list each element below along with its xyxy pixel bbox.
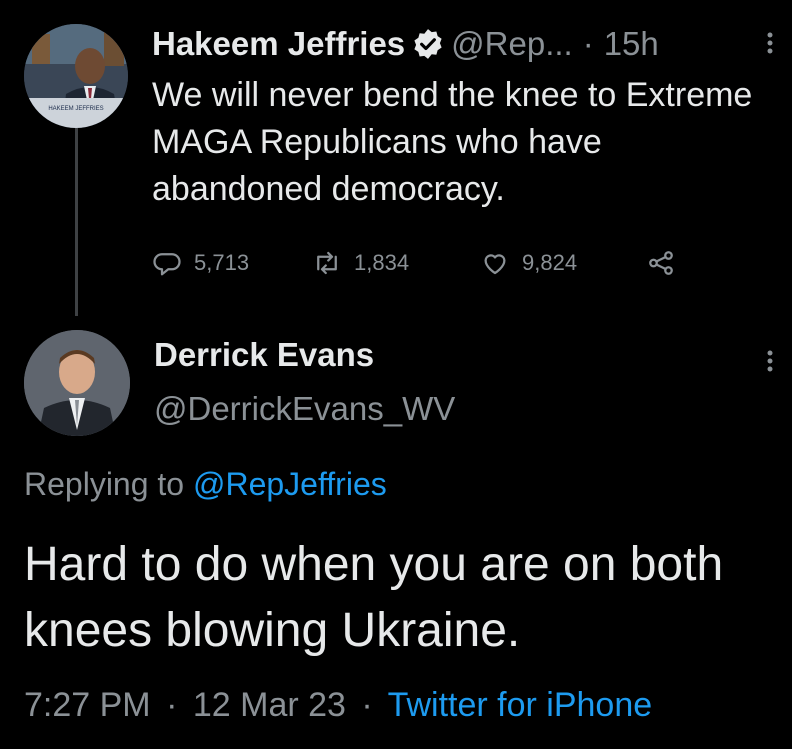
verified-badge-icon xyxy=(414,29,442,59)
tweet1-author-handle[interactable]: @Rep... xyxy=(451,25,573,63)
tweet2-time[interactable]: 7:27 PM xyxy=(24,686,151,724)
replying-to: Replying to @RepJeffries xyxy=(24,466,387,503)
more-icon[interactable] xyxy=(760,28,780,58)
separator-dot: · xyxy=(582,25,594,62)
tweet-source-link[interactable]: Twitter for iPhone xyxy=(388,686,653,724)
share-button[interactable] xyxy=(646,248,688,278)
separator-dot: · xyxy=(361,686,373,724)
replying-mention-link[interactable]: @RepJeffries xyxy=(193,466,387,502)
tweet1-timestamp[interactable]: 15h xyxy=(604,25,659,63)
tweet1-text: We will never bend the knee to Extreme M… xyxy=(152,76,753,208)
reply-count: 5,713 xyxy=(194,250,250,275)
reply-button[interactable]: 5,713 xyxy=(152,248,249,278)
share-icon xyxy=(649,251,673,275)
retweet-button[interactable]: 1,834 xyxy=(312,248,409,278)
thread-connector xyxy=(75,126,78,316)
like-icon xyxy=(484,254,506,275)
avatar-caption: HAKEEM JEFFRIES xyxy=(48,106,103,112)
avatar-derrick-evans[interactable] xyxy=(24,330,130,436)
replying-prefix: Replying to xyxy=(24,466,185,502)
tweet2-date[interactable]: 12 Mar 23 xyxy=(193,686,346,724)
avatar-hakeem-jeffries[interactable]: HAKEEM JEFFRIES xyxy=(24,24,128,128)
tweet2-author-handle[interactable]: @DerrickEvans_WV xyxy=(154,390,455,428)
tweet1-header: Hakeem Jeffries @Rep... · 15h xyxy=(152,22,659,66)
tweet2-author-name[interactable]: Derrick Evans xyxy=(154,336,374,374)
tweet1-author-name[interactable]: Hakeem Jeffries xyxy=(152,25,405,63)
retweet-count: 1,834 xyxy=(354,250,410,275)
tweet2-text: Hard to do when you are on both knees bl… xyxy=(24,538,724,657)
reply-icon xyxy=(153,253,181,276)
like-button[interactable]: 9,824 xyxy=(480,248,577,278)
separator-dot: · xyxy=(166,686,178,724)
more-icon[interactable] xyxy=(760,346,780,376)
tweet1-actions: 5,713 1,834 9,824 xyxy=(152,248,712,284)
retweet-icon xyxy=(317,251,337,275)
like-count: 9,824 xyxy=(522,250,578,275)
tweet2-meta: 7:27 PM · 12 Mar 23 · Twitter for iPhone xyxy=(24,686,652,725)
